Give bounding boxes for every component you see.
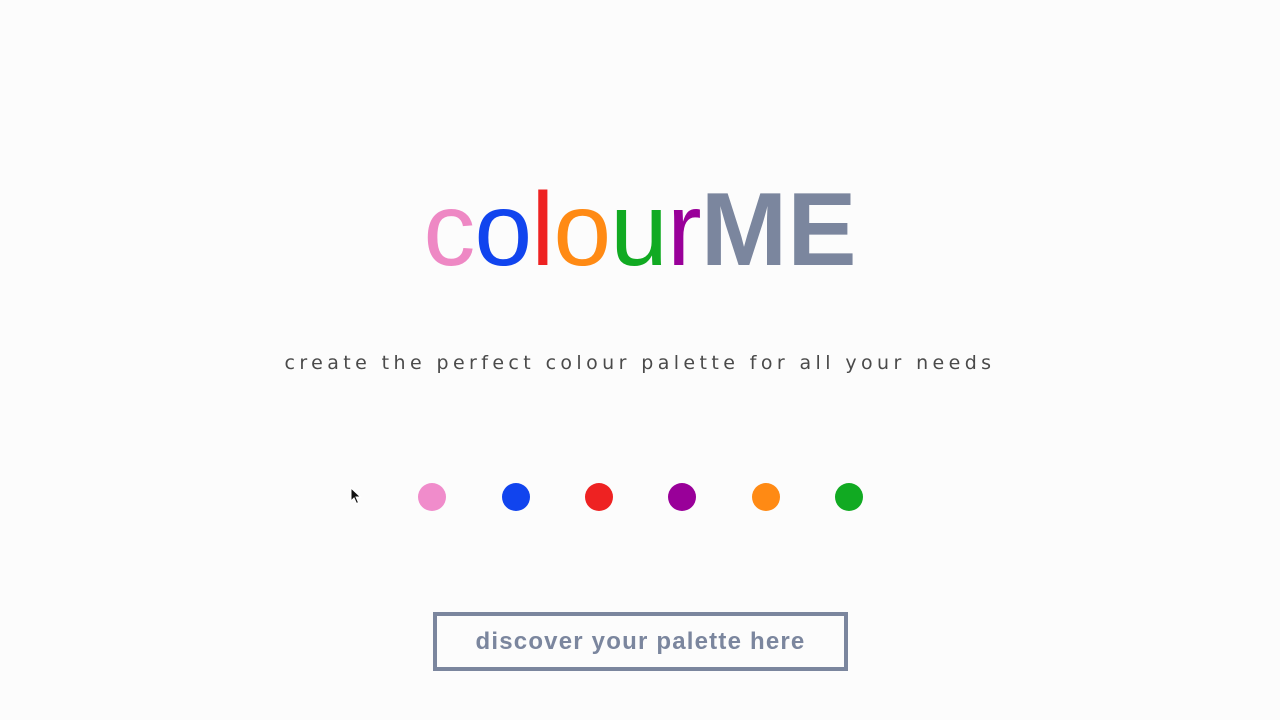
tagline: create the perfect colour palette for al… (284, 352, 996, 374)
swatch-orange[interactable] (752, 483, 780, 511)
logo-letter-c: c (423, 172, 475, 288)
landing-page: colourME create the perfect colour palet… (0, 0, 1280, 720)
palette-swatches (0, 483, 1280, 511)
app-logo: colourME (0, 170, 1280, 290)
logo-letter-o-2: o (553, 172, 611, 288)
discover-palette-button[interactable]: discover your palette here (433, 612, 848, 671)
logo-letter-l: l (531, 172, 554, 288)
logo-letter-r: r (667, 172, 702, 288)
swatch-red[interactable] (585, 483, 613, 511)
swatch-purple[interactable] (668, 483, 696, 511)
logo-letter-u: u (610, 172, 668, 288)
swatch-blue[interactable] (502, 483, 530, 511)
logo-letter-o: o (474, 172, 532, 288)
swatch-green[interactable] (835, 483, 863, 511)
swatch-pink[interactable] (418, 483, 446, 511)
logo-me: ME (700, 172, 857, 288)
